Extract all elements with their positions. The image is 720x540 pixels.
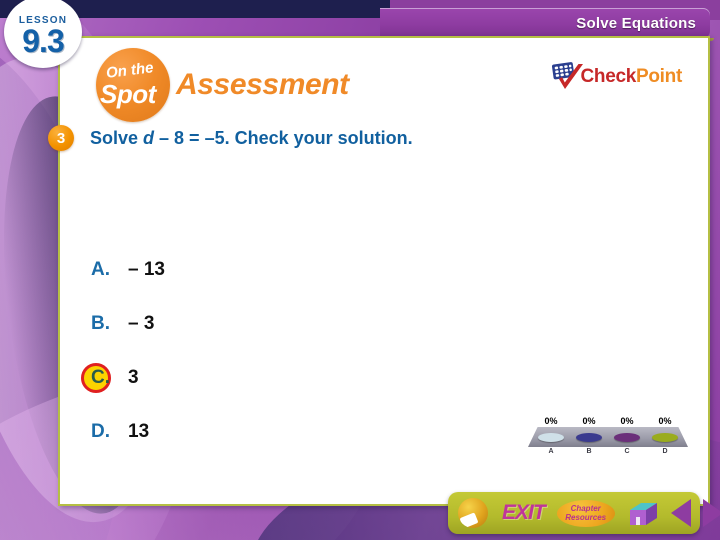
poll-percent: 0% — [658, 416, 672, 426]
answer-choice-a[interactable]: A. – 13 — [86, 243, 406, 297]
on-the-spot-logo-icon: On the Spot — [96, 48, 170, 122]
chapter-resources-button[interactable]: Chapter Resources — [556, 499, 615, 527]
choice-value: – 3 — [128, 313, 155, 334]
poll-results-widget: 0% 0% 0% 0% A B C D — [528, 416, 688, 470]
house-book-icon[interactable] — [627, 499, 659, 527]
poll-bar-c — [614, 432, 640, 442]
checkpoint-word-point: Point — [636, 66, 682, 87]
question-equation: – 8 = –5. — [154, 127, 235, 148]
poll-label: B — [586, 448, 592, 455]
choice-letter: A. — [91, 259, 110, 280]
choice-value: – 13 — [128, 259, 165, 280]
page-title: Solve Equations — [576, 14, 696, 32]
globe-icon[interactable] — [458, 498, 488, 528]
choice-letter-text: C. — [91, 367, 110, 388]
poll-percent: 0% — [544, 416, 558, 426]
choice-value: 13 — [128, 421, 150, 442]
question-row: 3 Solve d – 8 = –5. Check your solution. — [48, 125, 413, 151]
checkpoint-wordmark: CheckPoint — [580, 66, 682, 88]
chapter-resources-line2: Resources — [565, 513, 607, 522]
poll-label: A — [548, 448, 554, 455]
choice-value: 3 — [128, 367, 139, 388]
checkpoint-logo: CheckPoint — [549, 60, 682, 94]
chapter-resources-line1: Chapter — [570, 504, 601, 513]
choice-letter: C. — [81, 363, 120, 393]
exit-button[interactable]: EXIT — [502, 501, 546, 525]
answer-choice-list: A. – 13 B. – 3 C. 3 D. 13 — [81, 243, 406, 459]
title-bar: Solve Equations — [380, 8, 710, 38]
poll-label: C — [624, 448, 630, 455]
question-suffix: Check your solution. — [234, 127, 413, 148]
question-number-badge: 3 — [48, 125, 74, 151]
question-variable: d — [143, 127, 155, 148]
lesson-number: 9.3 — [22, 22, 64, 59]
answer-choice-c[interactable]: C. 3 — [81, 351, 406, 405]
content-card: On the Spot Assessment CheckPoint 3 Solv… — [48, 36, 710, 506]
answer-choice-b[interactable]: B. – 3 — [86, 297, 406, 351]
next-slide-arrow-icon[interactable] — [702, 499, 720, 527]
bottom-toolbar: EXIT Chapter Resources — [448, 492, 720, 534]
poll-label: D — [662, 448, 668, 455]
poll-label-row: A B C D — [528, 447, 688, 455]
on-the-spot-line2: Spot — [100, 79, 156, 109]
previous-slide-arrow-icon[interactable] — [670, 499, 691, 527]
poll-bar-a — [538, 432, 564, 442]
poll-stage — [528, 427, 688, 447]
assessment-title: Assessment — [176, 68, 349, 101]
checkpoint-flag-check-icon — [549, 60, 589, 94]
slide-root: Solve Equations On the Spot Assessment C… — [0, 0, 720, 540]
poll-percent: 0% — [582, 416, 596, 426]
assessment-header: On the Spot Assessment — [96, 48, 349, 122]
poll-bar-b — [576, 432, 602, 442]
choice-letter: B. — [91, 313, 110, 334]
choice-letter: D. — [91, 421, 110, 442]
answer-choice-d[interactable]: D. 13 — [86, 405, 406, 459]
poll-bar-d — [652, 432, 678, 442]
poll-percent: 0% — [620, 416, 634, 426]
question-prefix: Solve — [90, 127, 144, 148]
poll-percent-row: 0% 0% 0% 0% — [528, 416, 688, 426]
question-text: Solve d – 8 = –5. Check your solution. — [90, 128, 413, 149]
